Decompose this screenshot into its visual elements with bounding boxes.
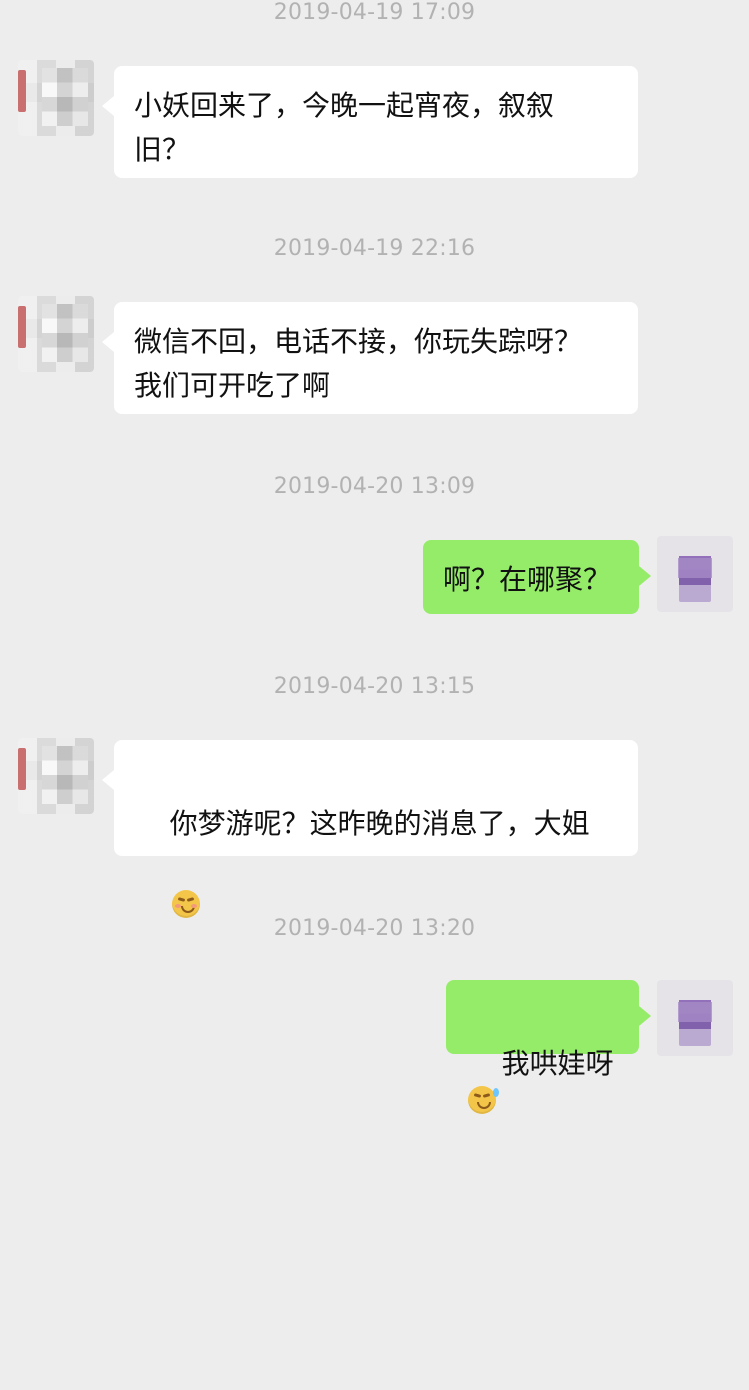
message-timestamp: 2019-04-20 13:09: [273, 474, 476, 499]
message-timestamp: 2019-04-19 17:09: [273, 0, 476, 25]
contact-avatar[interactable]: [18, 60, 94, 136]
user-avatar[interactable]: [657, 980, 733, 1056]
incoming-message-bubble[interactable]: 你梦游呢？这昨晚的消息了，大姐: [102, 740, 638, 918]
message-text: 你梦游呢？这昨晚的消息了，大姐: [169, 807, 590, 840]
user-avatar[interactable]: [657, 536, 733, 612]
message-timestamp: 2019-04-20 13:20: [273, 916, 476, 941]
chat-thread: 2019-04-19 17:09 小妖回来了，今晚一起宵夜，叙叙 旧？ 2019…: [0, 0, 749, 1114]
message-text: 我哄娃呀: [501, 1047, 614, 1080]
incoming-message-bubble[interactable]: 微信不回，电话不接，你玩失踪呀？ 我们可开吃了啊: [102, 302, 638, 414]
outgoing-message-bubble[interactable]: 啊？在哪聚？: [423, 540, 651, 614]
outgoing-message-bubble[interactable]: 我哄娃呀: [446, 980, 651, 1114]
sweat-face-icon: [468, 1086, 499, 1114]
shy-face-icon: [171, 890, 200, 918]
message-timestamp: 2019-04-20 13:15: [273, 674, 476, 699]
contact-avatar[interactable]: [18, 738, 94, 814]
message-timestamp: 2019-04-19 22:16: [273, 236, 476, 261]
incoming-message-bubble[interactable]: 小妖回来了，今晚一起宵夜，叙叙 旧？: [102, 66, 638, 178]
contact-avatar[interactable]: [18, 296, 94, 372]
